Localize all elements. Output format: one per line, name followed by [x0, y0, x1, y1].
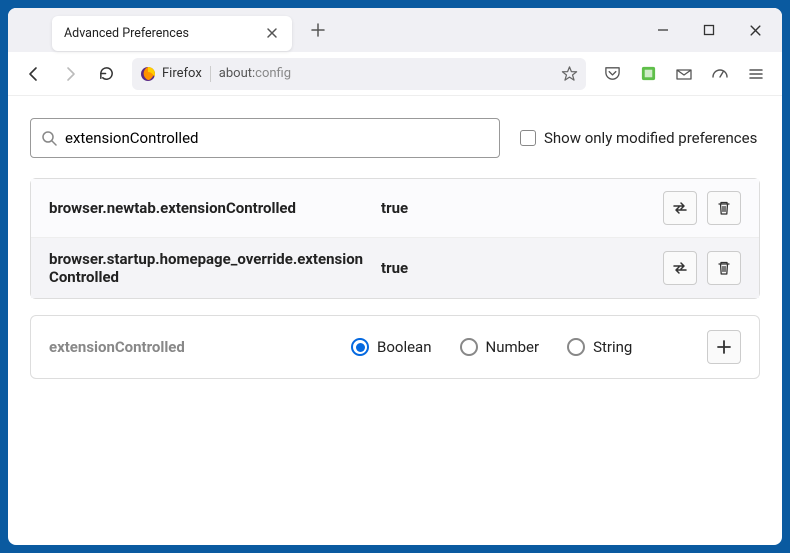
add-pref-button[interactable]: [707, 330, 741, 364]
search-row: Show only modified preferences: [30, 118, 760, 158]
type-option-number[interactable]: Number: [460, 338, 540, 356]
dashboard-icon[interactable]: [704, 58, 736, 90]
modified-only-filter[interactable]: Show only modified preferences: [520, 129, 757, 147]
reload-button[interactable]: [90, 58, 122, 90]
toggle-button[interactable]: [663, 251, 697, 285]
pref-value: true: [381, 259, 651, 277]
type-option-boolean[interactable]: Boolean: [351, 338, 432, 356]
pref-row: browser.startup.homepage_override.extens…: [31, 238, 759, 298]
close-tab-icon[interactable]: [264, 25, 280, 41]
new-pref-row: extensionControlled Boolean Number Strin…: [30, 315, 760, 379]
back-button[interactable]: [18, 58, 50, 90]
bookmark-star-icon[interactable]: [561, 65, 578, 82]
close-window-button[interactable]: [732, 8, 778, 52]
browser-tab[interactable]: Advanced Preferences: [52, 16, 292, 51]
menu-icon[interactable]: [740, 58, 772, 90]
search-icon: [41, 130, 57, 146]
type-radio-group: Boolean Number String: [351, 338, 695, 356]
delete-button[interactable]: [707, 191, 741, 225]
firefox-icon: [140, 66, 156, 82]
window-controls: [640, 8, 778, 52]
radio-icon[interactable]: [460, 338, 478, 356]
pocket-icon[interactable]: [596, 58, 628, 90]
maximize-button[interactable]: [686, 8, 732, 52]
minimize-button[interactable]: [640, 8, 686, 52]
titlebar: Advanced Preferences: [8, 8, 782, 52]
pref-name: browser.newtab.extensionControlled: [49, 199, 369, 217]
radio-icon[interactable]: [567, 338, 585, 356]
delete-button[interactable]: [707, 251, 741, 285]
pref-row: browser.newtab.extensionControlled true: [31, 179, 759, 238]
identity-label: Firefox: [162, 66, 202, 81]
tab-title: Advanced Preferences: [64, 26, 264, 41]
toggle-button[interactable]: [663, 191, 697, 225]
pref-value: true: [381, 199, 651, 217]
new-tab-button[interactable]: [304, 16, 332, 44]
extension-icon[interactable]: [632, 58, 664, 90]
new-pref-name: extensionControlled: [49, 338, 339, 356]
url-bar[interactable]: Firefox about:config: [132, 58, 586, 90]
url-text: about:config: [219, 66, 291, 81]
checkbox-label: Show only modified preferences: [544, 129, 757, 147]
search-input[interactable]: [65, 129, 489, 147]
prefs-list: browser.newtab.extensionControlled true …: [30, 178, 760, 299]
nav-toolbar: Firefox about:config: [8, 52, 782, 96]
browser-window: Advanced Preferences Firefox about:confi…: [8, 8, 782, 545]
forward-button[interactable]: [54, 58, 86, 90]
type-option-string[interactable]: String: [567, 338, 632, 356]
content-area: Show only modified preferences browser.n…: [8, 96, 782, 545]
checkbox-icon[interactable]: [520, 130, 536, 146]
pref-name: browser.startup.homepage_override.extens…: [49, 250, 369, 286]
mail-icon[interactable]: [668, 58, 700, 90]
search-box[interactable]: [30, 118, 500, 158]
radio-icon[interactable]: [351, 338, 369, 356]
identity-box[interactable]: Firefox: [140, 66, 211, 82]
